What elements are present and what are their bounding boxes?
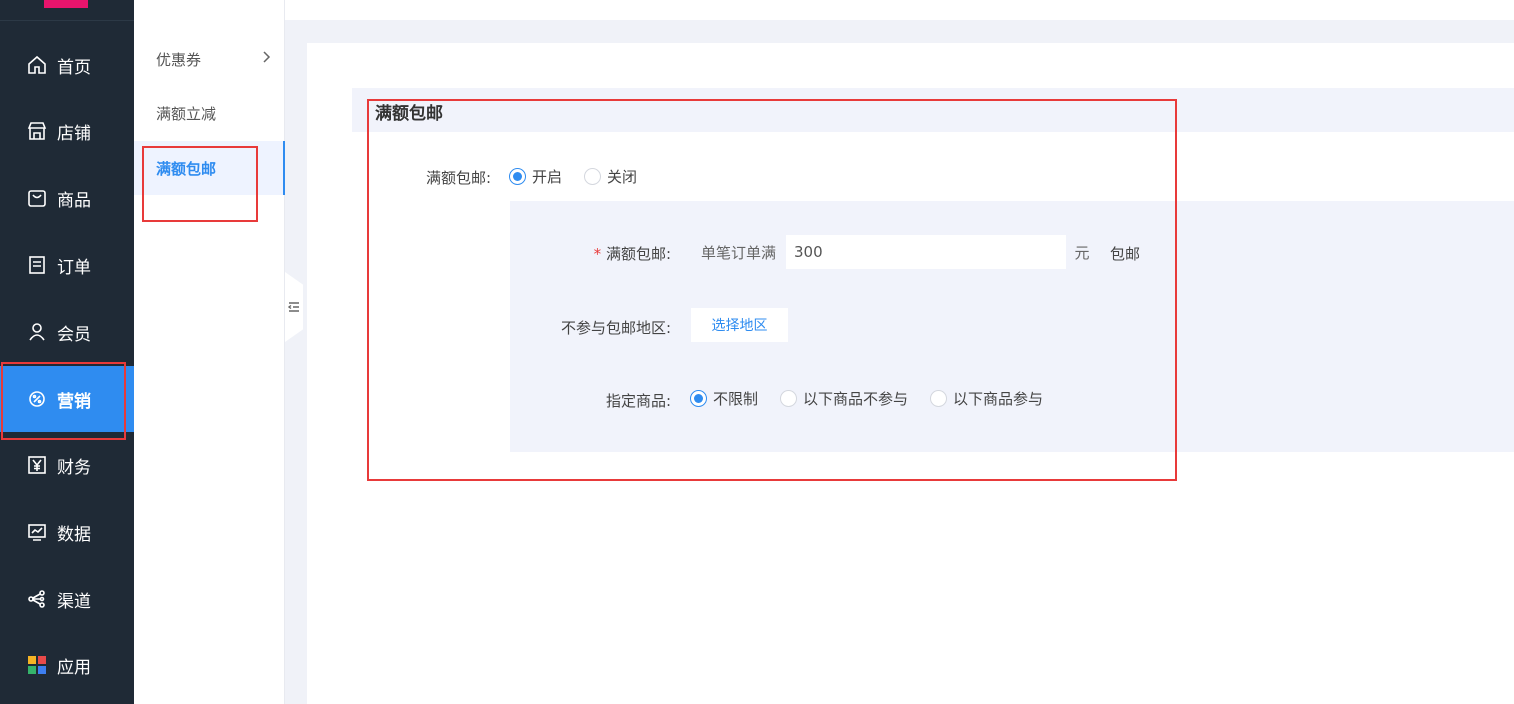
marketing-icon	[26, 388, 48, 410]
nav-item-channel[interactable]: 渠道	[0, 566, 134, 632]
nav-label: 订单	[57, 257, 91, 278]
nav-label: 商品	[57, 190, 91, 211]
order-icon	[26, 254, 48, 276]
submenu-item-coupon[interactable]: 优惠券	[134, 32, 285, 86]
marketing-submenu: 优惠券 满额立减 满额包邮	[134, 0, 285, 704]
required-mark: *	[593, 245, 602, 263]
radio-dot	[584, 168, 602, 185]
threshold-prefix: 单笔订单满	[691, 235, 786, 269]
nav-label: 营销	[57, 391, 91, 412]
radio-goods-unlimited[interactable]: 不限制	[690, 388, 758, 409]
toggle-label: 满额包邮:	[425, 169, 491, 187]
nav-item-data[interactable]: 数据	[0, 499, 134, 565]
radio-label: 不限制	[713, 390, 759, 408]
nav-item-members[interactable]: 会员	[0, 299, 134, 365]
nav-label: 财务	[57, 457, 91, 478]
nav-label: 数据	[57, 524, 91, 545]
radio-goods-exclude[interactable]: 以下商品不参与	[780, 388, 908, 409]
collapse-icon	[287, 298, 300, 317]
radio-off[interactable]: 关闭	[584, 166, 637, 187]
apps-icon	[26, 654, 48, 676]
submenu-label: 满额包邮	[156, 159, 217, 178]
home-icon	[26, 54, 48, 76]
nav-item-orders[interactable]: 订单	[0, 232, 134, 298]
nav-label: 店铺	[57, 123, 91, 144]
logo	[44, 0, 88, 8]
submenu-item-full-reduction[interactable]: 满额立减	[134, 86, 285, 140]
radio-dot-selected	[509, 168, 526, 185]
radio-goods-include[interactable]: 以下商品参与	[930, 388, 1043, 409]
top-bar	[285, 0, 1514, 20]
nav-item-apps[interactable]: 应用	[0, 632, 134, 698]
radio-label: 开启	[532, 168, 563, 186]
section-title: 满额包邮	[375, 104, 443, 124]
radio-label: 关闭	[607, 168, 638, 186]
threshold-input[interactable]	[786, 235, 1066, 269]
threshold-label: * 满额包邮:	[547, 243, 671, 264]
store-icon	[26, 120, 48, 142]
radio-on[interactable]: 开启	[509, 166, 562, 187]
threshold-suffix: 元	[1066, 235, 1098, 269]
nav-item-marketing[interactable]: 营销	[0, 366, 134, 432]
toggle-radio-group: 开启 关闭	[509, 166, 637, 187]
submenu-label: 满额立减	[156, 104, 217, 123]
nav-item-store[interactable]: 店铺	[0, 98, 134, 164]
threshold-after: 包邮	[1110, 245, 1141, 263]
submenu-item-free-shipping[interactable]: 满额包邮	[134, 141, 285, 195]
bag-icon	[26, 187, 48, 209]
section-header	[352, 88, 1514, 132]
radio-dot-selected	[690, 390, 707, 407]
nav-item-home[interactable]: 首页	[0, 32, 134, 98]
goods-label: 指定商品:	[605, 392, 671, 410]
goods-radio-group: 不限制 以下商品不参与 以下商品参与	[690, 388, 1043, 409]
nav-label: 应用	[57, 657, 91, 678]
yen-icon	[26, 454, 48, 476]
submenu-label: 优惠券	[156, 50, 202, 69]
radio-dot	[780, 390, 798, 407]
main-nav: 首页 店铺 商品 订单 会员 营销 财务 数据 渠道 应用	[0, 0, 134, 704]
share-icon	[26, 588, 48, 610]
nav-item-goods[interactable]: 商品	[0, 165, 134, 231]
nav-label: 会员	[57, 324, 91, 345]
nav-divider	[0, 20, 134, 21]
nav-label: 首页	[57, 57, 91, 78]
collapse-submenu-handle[interactable]	[285, 272, 303, 342]
nav-item-finance[interactable]: 财务	[0, 432, 134, 498]
exclude-region-label: 不参与包邮地区:	[560, 319, 671, 337]
select-region-button[interactable]: 选择地区	[691, 308, 788, 342]
threshold-label-text: 满额包邮:	[605, 245, 671, 263]
chevron-right-icon	[261, 50, 271, 68]
radio-label: 以下商品参与	[953, 390, 1044, 408]
radio-dot	[930, 390, 948, 407]
content-card: 满额包邮 满额包邮: 开启 关闭 * 满额包邮: 单笔订单满 元 包邮 不参与包…	[307, 43, 1514, 704]
chart-icon	[26, 521, 48, 543]
radio-label: 以下商品不参与	[803, 390, 909, 408]
user-icon	[26, 321, 48, 343]
nav-label: 渠道	[57, 591, 91, 612]
